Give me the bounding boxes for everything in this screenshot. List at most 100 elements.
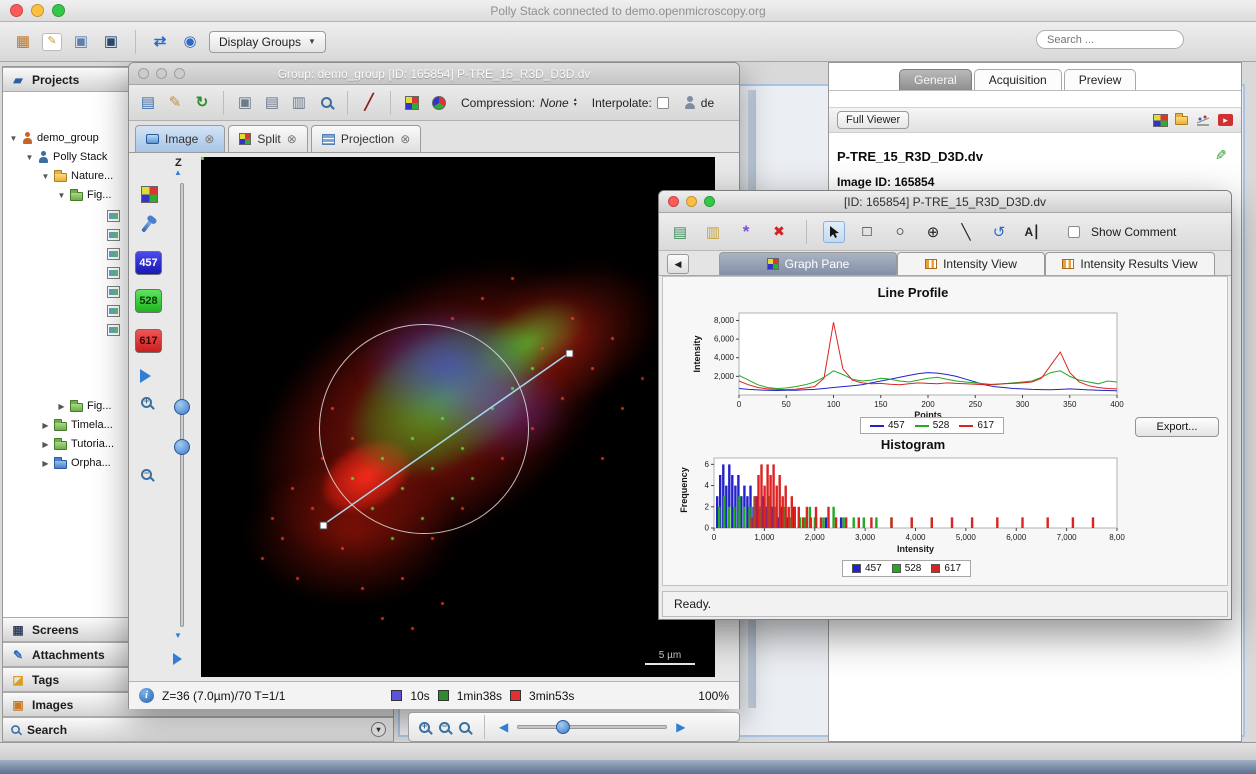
expander-icon[interactable]: ▼ [9, 134, 18, 143]
viewer-titlebar[interactable]: Group: demo_group [ID: 165854] P-TRE_15_… [129, 63, 739, 85]
zoom-window-button[interactable] [52, 4, 65, 17]
tree-item-fig-dataset[interactable]: ▼ Fig... [57, 186, 111, 204]
tab-graph-pane[interactable]: Graph Pane [719, 252, 897, 275]
tree-image-item[interactable] [107, 226, 120, 244]
step-left-icon[interactable]: ◀ [499, 720, 508, 734]
display-groups-dropdown[interactable]: Display Groups ▼ [209, 31, 326, 53]
ellipse-tool-icon[interactable]: ○ [889, 221, 911, 243]
z-slider-lower-knob[interactable] [174, 439, 190, 455]
measure-tool-icon[interactable]: ╱ [358, 93, 380, 113]
timeline-slider-track[interactable] [517, 725, 667, 729]
tab-intensity-results-view[interactable]: Intensity Results View [1045, 252, 1215, 275]
tree-image-item[interactable] [107, 283, 120, 301]
z-up-arrow-icon[interactable]: ▲ [174, 168, 182, 177]
point-tool-icon[interactable]: ⊕ [922, 221, 944, 243]
expander-icon[interactable]: ▼ [25, 153, 34, 162]
z-down-arrow-icon[interactable]: ▼ [174, 631, 182, 640]
tree-image-item[interactable] [107, 321, 120, 339]
info-icon[interactable]: i [139, 688, 154, 703]
close-window-button[interactable] [138, 68, 149, 79]
tab-image[interactable]: Image ⊗ [135, 125, 225, 152]
color-mode-icon[interactable] [428, 93, 450, 113]
expander-icon[interactable]: ▶ [41, 440, 50, 449]
rgb-view-icon[interactable] [1153, 114, 1168, 127]
zoom-out-icon[interactable]: − [439, 722, 450, 733]
tab-projection[interactable]: Projection ⊗ [311, 125, 421, 152]
pin-tool-icon[interactable] [141, 219, 153, 232]
close-tab-icon[interactable]: ⊗ [287, 132, 297, 146]
interpolate-checkbox[interactable] [657, 97, 669, 109]
refresh-icon[interactable]: ↻ [191, 93, 213, 113]
show-comment-checkbox[interactable] [1068, 226, 1080, 238]
tree-image-item[interactable] [107, 245, 120, 263]
close-window-button[interactable] [10, 4, 23, 17]
minimize-window-button[interactable] [686, 196, 697, 207]
step-right-icon[interactable]: ▶ [676, 720, 685, 734]
zoom-fit-icon[interactable] [459, 722, 470, 733]
minimize-window-button[interactable] [156, 68, 167, 79]
zoom-in-icon[interactable]: + [419, 722, 430, 733]
close-window-button[interactable] [668, 196, 679, 207]
edit-name-pencil-icon[interactable]: ✎ [1215, 147, 1227, 164]
tab-split[interactable]: Split ⊗ [228, 125, 307, 152]
annotate-icon[interactable]: ✎ [42, 33, 62, 51]
zoom-in-icon[interactable]: + [141, 397, 152, 408]
paste-icon[interactable]: ▤ [261, 93, 283, 113]
zoom-window-button[interactable] [704, 196, 715, 207]
tree-item-tutorial[interactable]: ▶ Tutoria... [41, 435, 114, 453]
roi-line-overlay[interactable] [201, 157, 715, 677]
export-button[interactable]: Export... [1135, 417, 1219, 437]
tab-general[interactable]: General [899, 69, 972, 91]
images-icon[interactable]: ▣ [70, 32, 92, 52]
export-image-icon[interactable]: ▥ [288, 93, 310, 113]
user-switch-icon[interactable]: ⇄ [149, 32, 171, 52]
server-icon[interactable]: ◉ [179, 32, 201, 52]
compression-stepper[interactable]: ▴▾ [574, 98, 577, 108]
channel-457-button[interactable]: 457 [135, 251, 162, 275]
expander-icon[interactable]: ▼ [41, 172, 50, 181]
image-canvas[interactable]: 5 µm [201, 157, 715, 677]
z-slider-knob[interactable] [174, 399, 190, 415]
tab-preview[interactable]: Preview [1064, 69, 1137, 91]
app-titlebar[interactable]: Polly Stack connected to demo.openmicros… [0, 0, 1256, 22]
tree-item-polly-stack[interactable]: ▼ Polly Stack [25, 148, 107, 166]
edit-icon[interactable]: ✎ [164, 93, 186, 113]
pointer-tool-icon[interactable] [823, 221, 845, 243]
collapse-chevron-icon[interactable]: ▾ [371, 722, 386, 737]
polyline-tool-icon[interactable]: ↺ [988, 221, 1010, 243]
tree-item-timelapse[interactable]: ▶ Timela... [41, 416, 113, 434]
publish-icon[interactable]: ▸ [1218, 114, 1233, 126]
play-channels-icon[interactable] [140, 369, 151, 383]
minimize-window-button[interactable] [31, 4, 44, 17]
text-tool-icon[interactable]: A⎮ [1021, 221, 1043, 243]
copy-icon[interactable]: ▣ [234, 93, 256, 113]
zoom-icon[interactable] [315, 93, 337, 113]
line-tool-icon[interactable]: ╲ [955, 221, 977, 243]
color-picker-icon[interactable] [141, 186, 158, 203]
save-icon[interactable]: ▤ [137, 93, 159, 113]
close-tab-icon[interactable]: ⊗ [400, 132, 410, 146]
tree-item-demo-group[interactable]: ▼ demo_group [9, 129, 99, 147]
tree-item-orphaned[interactable]: ▶ Orpha... [41, 454, 111, 472]
plot-icon[interactable] [1195, 114, 1211, 127]
expander-icon[interactable]: ▶ [41, 421, 50, 430]
zoom-out-icon[interactable]: − [141, 469, 152, 480]
datasets-icon[interactable] [1175, 116, 1188, 125]
compression-value[interactable]: None [540, 96, 569, 110]
collapse-tabs-icon[interactable]: ◀ [667, 254, 689, 274]
measurement-titlebar[interactable]: [ID: 165854] P-TRE_15_R3D_D3D.dv [659, 191, 1231, 213]
close-tab-icon[interactable]: ⊗ [204, 132, 214, 146]
tree-item-nature[interactable]: ▼ Nature... [41, 167, 113, 185]
timeline-slider-knob[interactable] [556, 720, 570, 734]
split-view-icon[interactable] [401, 93, 423, 113]
tree-item-fig2-dataset[interactable]: ▶ Fig... [57, 397, 111, 415]
tab-intensity-view[interactable]: Intensity View [897, 252, 1045, 275]
search-panel-header[interactable]: Search ▾ [3, 717, 393, 742]
rectangle-tool-icon[interactable]: □ [856, 221, 878, 243]
tree-image-item[interactable] [107, 302, 120, 320]
expander-icon[interactable]: ▶ [57, 402, 66, 411]
search-input[interactable] [1036, 30, 1184, 49]
tree-image-item[interactable] [107, 207, 120, 225]
delete-roi-icon[interactable]: ✖ [768, 221, 790, 243]
play-z-icon[interactable] [173, 653, 182, 665]
